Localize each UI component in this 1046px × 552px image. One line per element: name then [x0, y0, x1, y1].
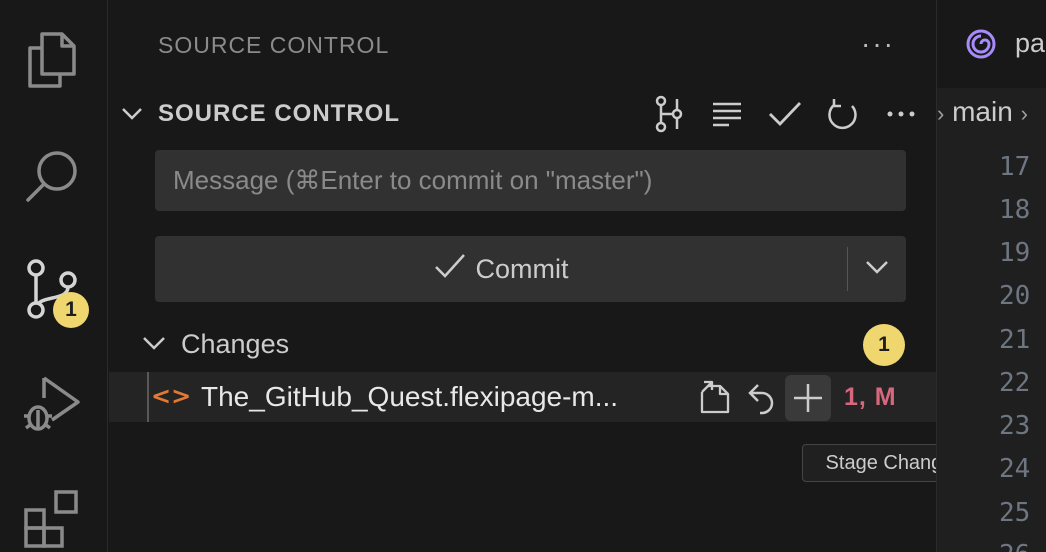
line-number: 17: [999, 152, 1031, 182]
chevron-down-icon[interactable]: [141, 332, 167, 359]
check-icon: [434, 252, 466, 287]
view-as-list-icon[interactable]: [707, 94, 747, 134]
breadcrumb-item-main[interactable]: main: [952, 96, 1013, 127]
sidebar-title: SOURCE CONTROL: [158, 32, 390, 58]
commit-button-label: Commit: [475, 253, 569, 284]
more-actions-icon[interactable]: [881, 94, 921, 134]
commit-check-icon[interactable]: [765, 94, 805, 134]
explorer-icon[interactable]: [20, 28, 84, 92]
line-number: 20: [999, 281, 1031, 311]
xml-file-icon: <>: [151, 382, 192, 410]
changes-group-header[interactable]: Changes 1: [109, 322, 936, 368]
scm-badge: 1: [53, 292, 89, 328]
commit-divider: [847, 247, 848, 291]
open-file-icon[interactable]: [693, 375, 739, 421]
breadcrumb-separator: ›: [937, 101, 945, 126]
refresh-icon[interactable]: [823, 94, 863, 134]
chevron-down-icon: [864, 258, 890, 281]
line-number: 23: [999, 411, 1031, 441]
changed-file-row[interactable]: <> The_GitHub_Quest.flexipage-m... 1, M: [109, 372, 936, 422]
chevron-down-icon[interactable]: [119, 100, 145, 131]
section-title: SOURCE CONTROL: [158, 100, 400, 127]
breadcrumb-separator: ›: [1020, 101, 1028, 126]
file-type-icon: [965, 28, 997, 65]
commit-message-input[interactable]: Message (⌘Enter to commit on "master"): [155, 150, 906, 211]
line-number: 24: [999, 454, 1031, 484]
changes-label: Changes: [181, 329, 290, 359]
changes-count-badge: 1: [863, 324, 905, 366]
view-graph-icon[interactable]: [649, 94, 689, 134]
commit-button[interactable]: Commit: [155, 236, 847, 302]
line-number: 19: [999, 238, 1031, 268]
file-name: The_GitHub_Quest.flexipage-m...: [201, 381, 619, 412]
breadcrumb: › main ›: [937, 96, 1028, 128]
line-number: 21: [999, 325, 1031, 355]
activity-bar: 1: [0, 0, 108, 552]
tree-indent-guide: [147, 372, 149, 422]
editor-tab-label[interactable]: pa: [1015, 28, 1045, 59]
editor-tab-bar: pa: [937, 0, 1046, 88]
line-number: 22: [999, 368, 1031, 398]
extensions-icon[interactable]: [20, 486, 84, 550]
run-debug-icon[interactable]: [20, 372, 84, 436]
source-control-sidebar: SOURCE CONTROL ··· SOURCE CONTROL Messag…: [109, 0, 987, 552]
file-status-badge: 1, M: [844, 383, 897, 411]
sidebar-more-button[interactable]: ···: [861, 28, 895, 60]
source-control-section-header[interactable]: SOURCE CONTROL: [109, 88, 936, 138]
discard-changes-icon[interactable]: [739, 375, 785, 421]
line-number: 25: [999, 498, 1031, 528]
stage-changes-icon[interactable]: [785, 375, 831, 421]
line-number: 18: [999, 195, 1031, 225]
search-icon[interactable]: [20, 144, 84, 208]
editor-area: pa › main › 17 18 19 20 21 22 23 24 25 2…: [936, 0, 1046, 552]
line-number: 26: [999, 540, 1030, 552]
commit-dropdown-button[interactable]: [847, 236, 906, 302]
